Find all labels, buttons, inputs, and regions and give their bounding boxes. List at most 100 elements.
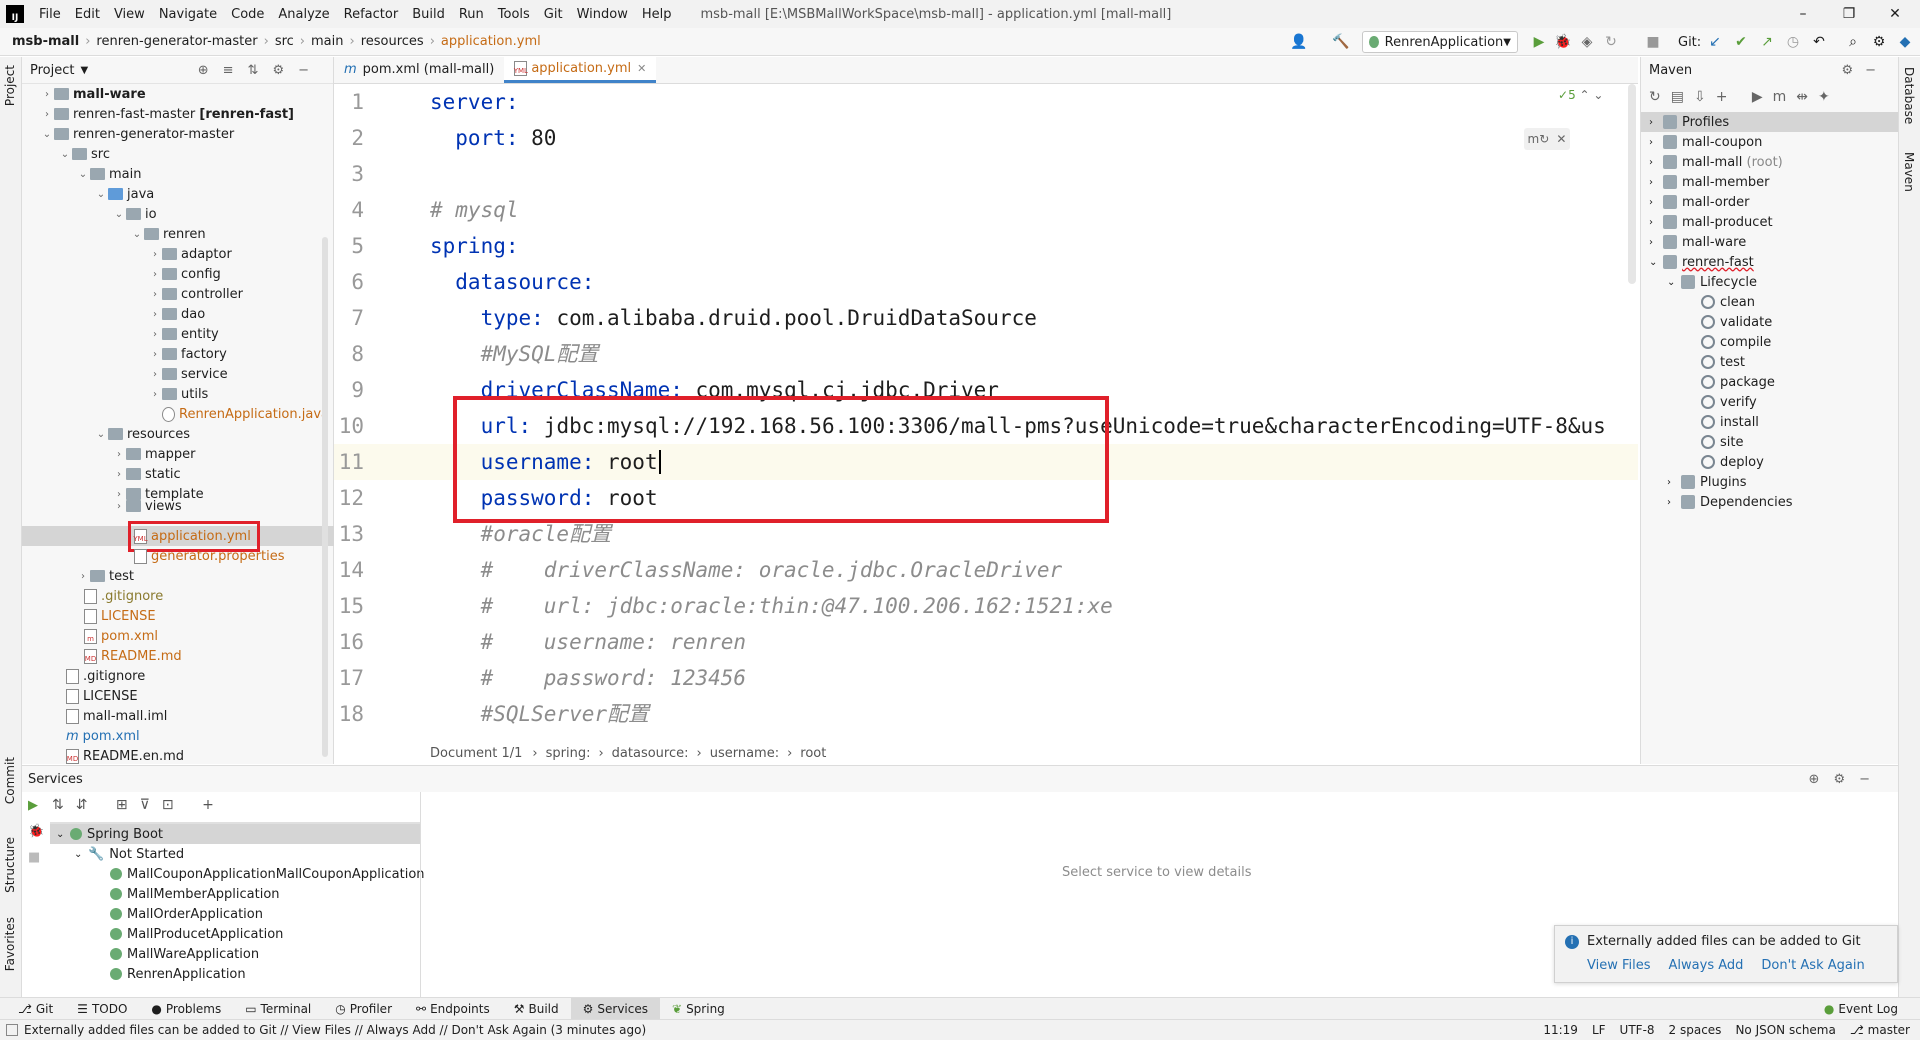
service-item[interactable]: MallOrderApplication bbox=[110, 904, 263, 924]
tree-node[interactable]: .gitignore bbox=[66, 666, 145, 686]
maven-node[interactable]: › mall-producet bbox=[1649, 212, 1773, 232]
service-item[interactable]: MallProducetApplication bbox=[110, 924, 283, 944]
tree-node[interactable]: LICENSE bbox=[66, 686, 138, 706]
settings-icon[interactable]: ⚙ bbox=[1870, 33, 1888, 51]
maven-goal[interactable]: test bbox=[1701, 352, 1745, 372]
todo-tool-button[interactable]: ☰ TODO bbox=[65, 998, 139, 1020]
favorites-tool-button[interactable]: Favorites bbox=[3, 917, 17, 971]
maven-goal[interactable]: compile bbox=[1701, 332, 1771, 352]
tree-node[interactable]: MD README.md bbox=[84, 646, 182, 666]
project-scrollbar[interactable] bbox=[322, 237, 328, 757]
stop-service-icon[interactable]: ■ bbox=[28, 850, 40, 865]
yaml-crumb[interactable]: root bbox=[792, 746, 834, 761]
maven-node[interactable]: ⌄ Lifecycle bbox=[1667, 272, 1757, 292]
menu-navigate[interactable]: Navigate bbox=[152, 7, 224, 22]
panel-actions-icons[interactable]: ⊕≡⇅⚙− bbox=[198, 63, 323, 78]
coverage-icon[interactable]: ◈ bbox=[1578, 33, 1596, 51]
maven-node[interactable]: › Dependencies bbox=[1667, 492, 1793, 512]
line-separator[interactable]: LF bbox=[1592, 1023, 1606, 1037]
tree-node[interactable]: › mapper bbox=[112, 444, 195, 464]
menu-file[interactable]: File bbox=[32, 7, 68, 22]
tree-node[interactable]: ⌄ renren-generator-master bbox=[40, 124, 234, 144]
maven-goal[interactable]: site bbox=[1701, 432, 1743, 452]
spring-tool-button[interactable]: ❦ Spring bbox=[660, 998, 737, 1020]
menu-refactor[interactable]: Refactor bbox=[337, 7, 406, 22]
maven-toolbar[interactable]: ↻▤⇩+ ▶m⇹✦ bbox=[1649, 89, 1840, 105]
commit-tool-button[interactable]: Commit bbox=[3, 757, 17, 804]
tree-node[interactable]: › mall-ware bbox=[40, 84, 146, 104]
service-item[interactable]: MallCouponApplicationMallCouponApplicati… bbox=[110, 864, 425, 884]
yaml-crumb[interactable]: datasource: bbox=[604, 746, 697, 761]
tree-node[interactable]: › static bbox=[112, 464, 181, 484]
view-files-link[interactable]: View Files bbox=[1587, 958, 1651, 973]
tree-node[interactable]: RenrenApplication.java bbox=[162, 404, 329, 424]
maven-goal[interactable]: package bbox=[1701, 372, 1775, 392]
maven-node[interactable]: ⌄ renren-fast bbox=[1649, 252, 1754, 272]
service-item[interactable]: RenrenApplication bbox=[110, 964, 246, 984]
endpoints-tool-button[interactable]: ⚯ Endpoints bbox=[404, 998, 502, 1020]
debug-service-icon[interactable]: 🐞 bbox=[28, 824, 44, 839]
close-tab-icon[interactable]: ✕ bbox=[637, 62, 646, 75]
menu-view[interactable]: View bbox=[107, 7, 152, 22]
breadcrumb-project[interactable]: msb-mall bbox=[8, 34, 83, 49]
inspection-widget[interactable]: ✓5 ⌃ ⌄ bbox=[1558, 88, 1603, 102]
tree-node[interactable]: mall-mall.iml bbox=[66, 706, 167, 726]
panel-actions-icons[interactable]: ⊕⚙− bbox=[1809, 772, 1884, 787]
always-add-link[interactable]: Always Add bbox=[1669, 958, 1744, 973]
project-panel-title[interactable]: Project bbox=[30, 63, 74, 78]
menu-tools[interactable]: Tools bbox=[491, 7, 537, 22]
tree-node[interactable]: › controller bbox=[148, 284, 243, 304]
database-tool-button[interactable]: Database bbox=[1902, 67, 1916, 124]
menu-build[interactable]: Build bbox=[405, 7, 452, 22]
tree-node[interactable]: › adaptor bbox=[148, 244, 232, 264]
tree-node[interactable]: › entity bbox=[148, 324, 219, 344]
tree-node[interactable]: › renren-fast-master [renren-fast] bbox=[40, 104, 294, 124]
tab-pom-xml[interactable]: m pom.xml (mall-mall) bbox=[334, 56, 504, 83]
services-tree-node[interactable]: ⌄ Spring Boot bbox=[56, 824, 163, 844]
maven-node[interactable]: › mall-order bbox=[1649, 192, 1749, 212]
tree-node[interactable]: LICENSE bbox=[84, 606, 156, 626]
chevron-down-icon[interactable]: ▼ bbox=[80, 65, 88, 76]
git-update-icon[interactable]: ↙ bbox=[1706, 33, 1724, 51]
maven-tool-button[interactable]: Maven bbox=[1902, 152, 1916, 192]
tree-node[interactable]: › dao bbox=[148, 304, 205, 324]
run-configuration-select[interactable]: RenrenApplication ▼ bbox=[1362, 31, 1518, 53]
maven-node[interactable]: › Profiles bbox=[1649, 112, 1729, 132]
tree-node[interactable]: ⌄ renren bbox=[130, 224, 206, 244]
maven-goal[interactable]: install bbox=[1701, 412, 1759, 432]
tree-node[interactable]: › config bbox=[148, 264, 221, 284]
breadcrumb-file[interactable]: application.yml bbox=[437, 34, 545, 49]
yaml-crumb[interactable]: spring: bbox=[538, 746, 599, 761]
tree-node[interactable]: › views bbox=[112, 500, 182, 512]
run-icon[interactable]: ▶ bbox=[1530, 33, 1548, 51]
service-item[interactable]: MallWareApplication bbox=[110, 944, 259, 964]
services-tree-node[interactable]: ⌄ 🔧 Not Started bbox=[74, 844, 184, 864]
tree-node[interactable]: m pom.xml bbox=[66, 726, 140, 746]
breadcrumb-module[interactable]: renren-generator-master bbox=[92, 34, 261, 49]
git-tool-button[interactable]: ⎇ Git bbox=[6, 998, 65, 1020]
terminal-tool-button[interactable]: ▭ Terminal bbox=[233, 998, 323, 1020]
maven-goal[interactable]: deploy bbox=[1701, 452, 1764, 472]
breadcrumb-resources[interactable]: resources bbox=[357, 34, 428, 49]
menu-code[interactable]: Code bbox=[224, 7, 271, 22]
tree-node[interactable]: › service bbox=[148, 364, 228, 384]
problems-tool-button[interactable]: ● Problems bbox=[139, 998, 233, 1020]
tree-node[interactable]: ⌄ resources bbox=[94, 424, 190, 444]
search-icon[interactable]: ⌕ bbox=[1844, 33, 1862, 51]
menu-help[interactable]: Help bbox=[635, 7, 679, 22]
project-tool-button[interactable]: Project bbox=[3, 65, 17, 106]
tree-node[interactable]: generator.properties bbox=[134, 546, 284, 566]
status-toggle-icon[interactable] bbox=[6, 1024, 18, 1036]
tree-node[interactable]: ⌄ src bbox=[58, 144, 110, 164]
maven-node[interactable]: › mall-ware bbox=[1649, 232, 1746, 252]
services-toolbar[interactable]: ⇅⇵ ⊞⊽⊡ + bbox=[52, 797, 226, 813]
event-log-button[interactable]: ● Event Log bbox=[1812, 998, 1910, 1020]
service-item[interactable]: MallMemberApplication bbox=[110, 884, 280, 904]
menu-window[interactable]: Window bbox=[570, 7, 635, 22]
editor-vertical-scrollbar[interactable] bbox=[1628, 84, 1636, 284]
profiler-tool-button[interactable]: ◷ Profiler bbox=[323, 998, 404, 1020]
menu-git[interactable]: Git bbox=[537, 7, 570, 22]
toolbox-icon[interactable]: ◆ bbox=[1896, 33, 1914, 51]
status-message[interactable]: Externally added files can be added to G… bbox=[24, 1023, 646, 1037]
dont-ask-again-link[interactable]: Don't Ask Again bbox=[1761, 958, 1864, 973]
